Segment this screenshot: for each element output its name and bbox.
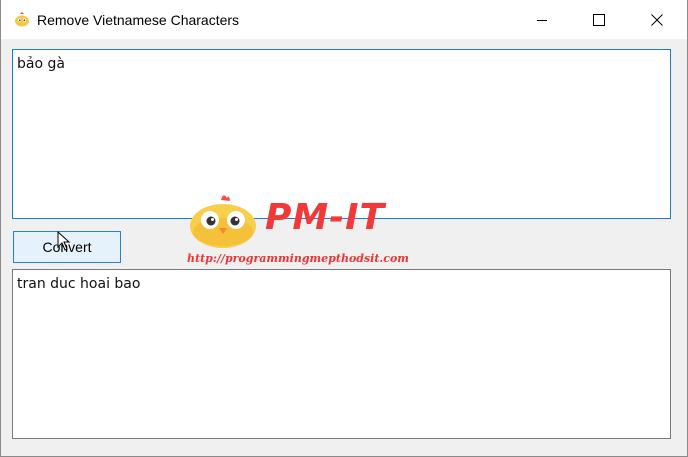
- mouse-cursor-icon: [57, 231, 71, 251]
- app-window: Remove Vietnamese Characters bảo gà Conv…: [0, 0, 688, 457]
- minimize-button[interactable]: [519, 0, 565, 39]
- app-icon: [15, 12, 29, 27]
- watermark-url: http://programmingmepthodsit.com: [187, 252, 409, 265]
- window-title: Remove Vietnamese Characters: [37, 12, 240, 28]
- minimize-icon: [537, 19, 547, 21]
- input-textbox[interactable]: bảo gà: [12, 49, 671, 219]
- close-button[interactable]: [634, 0, 680, 39]
- output-textbox[interactable]: tran duc hoai bao: [12, 269, 671, 439]
- title-bar[interactable]: Remove Vietnamese Characters: [1, 0, 687, 39]
- maximize-button[interactable]: [576, 0, 622, 39]
- maximize-icon: [593, 13, 605, 26]
- close-icon: [651, 13, 663, 26]
